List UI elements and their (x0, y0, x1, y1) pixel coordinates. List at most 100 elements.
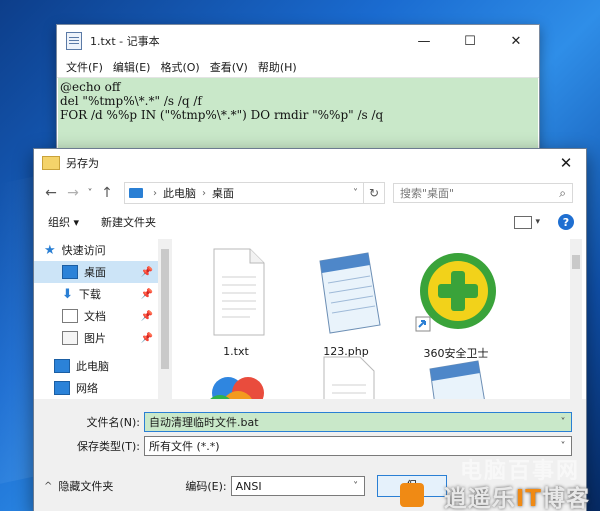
editor-line: FOR /d %%p IN ("%tmp%\*.*") DO rmdir "%%… (60, 108, 384, 122)
menu-edit[interactable]: 编辑(E) (108, 59, 156, 75)
notepad-window: 1.txt - 记事本 — ☐ ✕ 文件(F) 编辑(E) 格式(O) 查看(V… (56, 24, 540, 161)
scrollbar-thumb[interactable] (161, 249, 169, 369)
file-list: 1.txt 123.php 360安全卫士 (174, 239, 570, 399)
notepad-menubar: 文件(F) 编辑(E) 格式(O) 查看(V) 帮助(H) (57, 57, 539, 78)
hide-folders-toggle[interactable]: ^ 隐藏文件夹 (44, 478, 113, 494)
tree-item-this-pc[interactable]: 此电脑 (34, 355, 159, 377)
tree-item-label: 网络 (76, 382, 98, 395)
menu-file[interactable]: 文件(F) (61, 59, 108, 75)
dialog-titlebar[interactable]: 另存为 ✕ (34, 149, 586, 177)
notepad-editor[interactable]: @echo off del "%tmp%\*.*" /s /q /f FOR /d … (58, 78, 538, 159)
watermark-logo-icon (400, 483, 424, 507)
notepad-icon (66, 32, 82, 50)
recent-locations-button[interactable]: ˅ (84, 182, 96, 204)
breadcrumb-desktop[interactable]: 桌面 (212, 185, 234, 201)
up-button[interactable]: ↑ (96, 182, 118, 204)
maximize-button[interactable]: ☐ (447, 25, 493, 57)
menu-view[interactable]: 查看(V) (205, 59, 253, 75)
text-file-icon (323, 356, 375, 399)
dialog-close-button[interactable]: ✕ (546, 149, 586, 177)
search-placeholder: 搜索"桌面" (400, 187, 455, 200)
pin-icon[interactable]: 📌 (141, 267, 153, 278)
navigation-scrollbar[interactable] (158, 239, 172, 399)
toolbar-right: ▾ ? (514, 214, 574, 230)
encoding-select[interactable]: ANSI ˅ (230, 476, 365, 496)
refresh-button[interactable]: ↻ (364, 182, 385, 204)
organize-button[interactable]: 组织 ▾ (48, 214, 79, 230)
file-list-scrollbar[interactable] (570, 239, 582, 399)
computer-icon (129, 188, 143, 198)
chevron-down-icon[interactable]: ˅ (348, 188, 363, 199)
notepad-file-icon (319, 252, 381, 334)
computer-icon (54, 359, 70, 373)
tree-item-network[interactable]: 网络 (34, 377, 159, 399)
file-item-123-php[interactable]: 123.php (296, 247, 396, 358)
breadcrumb-this-pc[interactable]: 此电脑 (163, 185, 196, 201)
editor-line: del "%tmp%\*.*" /s /q /f (60, 94, 202, 108)
file-item-1-txt[interactable]: 1.txt (186, 247, 286, 358)
search-input[interactable]: 搜索"桌面" ⌕ (393, 183, 573, 203)
notepad-title: 1.txt - 记事本 (90, 35, 160, 48)
navigation-pane: ★ 快速访问 桌面 📌 ⬇ 下载 📌 文档 📌 图片 📌 此电脑 网络 (34, 239, 159, 399)
pin-icon[interactable]: 📌 (141, 311, 153, 322)
watermark: 电脑百事网 逍遥乐IT博客 (394, 453, 594, 511)
tree-item-label: 图片 (84, 332, 106, 345)
tree-item-label: 桌面 (84, 266, 106, 279)
editor-line: @echo off (60, 80, 121, 94)
close-button[interactable]: ✕ (493, 25, 539, 57)
tree-item-label: 下载 (78, 288, 101, 301)
forward-button[interactable]: → (62, 182, 84, 204)
watermark-line2: 逍遥乐IT博客 (444, 479, 590, 511)
documents-icon (62, 309, 78, 323)
file-item-notepad[interactable] (406, 355, 506, 399)
network-icon (54, 381, 70, 395)
photos-app-icon (210, 377, 264, 399)
tree-item-quick-access[interactable]: ★ 快速访问 (34, 239, 159, 261)
pin-icon[interactable]: 📌 (141, 333, 153, 344)
back-button[interactable]: ← (40, 182, 62, 204)
360-security-icon (415, 253, 496, 332)
tree-item-downloads[interactable]: ⬇ 下载 📌 (34, 283, 159, 305)
filename-label: 文件名(N): (86, 416, 140, 429)
address-bar[interactable]: › 此电脑 › 桌面 ˅ (124, 182, 364, 204)
tree-item-pictures[interactable]: 图片 📌 (34, 327, 159, 349)
breadcrumb-separator[interactable]: › (196, 188, 212, 199)
chevron-down-icon[interactable]: ˅ (348, 481, 364, 492)
tree-item-label: 快速访问 (61, 244, 106, 257)
filename-row: 文件名(N): 自动清理临时文件.bat ˅ (34, 411, 586, 433)
tree-item-label: 文档 (84, 310, 106, 323)
tree-item-label: 此电脑 (76, 360, 109, 373)
search-icon: ⌕ (559, 185, 566, 200)
notepad-titlebar[interactable]: 1.txt - 记事本 — ☐ ✕ (57, 25, 539, 57)
filename-input[interactable]: 自动清理临时文件.bat ˅ (144, 412, 572, 432)
watermark-part-it: IT (515, 486, 542, 511)
folder-icon (42, 156, 60, 170)
scrollbar-thumb[interactable] (572, 255, 580, 269)
help-icon[interactable]: ? (558, 214, 574, 230)
minimize-button[interactable]: — (401, 25, 447, 57)
file-item-photos[interactable] (186, 355, 286, 399)
encoding-value: ANSI (235, 479, 262, 493)
chevron-down-icon[interactable]: ˅ (555, 441, 571, 452)
view-dropdown-icon[interactable]: ▾ (535, 217, 540, 227)
chevron-down-icon[interactable]: ˅ (555, 417, 571, 428)
file-item-360[interactable]: 360安全卫士 (406, 247, 506, 360)
new-folder-button[interactable]: 新建文件夹 (101, 214, 156, 230)
view-options-icon[interactable] (514, 215, 533, 229)
file-item-text[interactable] (296, 355, 396, 399)
watermark-part: 逍遥乐 (443, 486, 516, 511)
breadcrumb-separator: › (153, 187, 157, 199)
encoding-group: 编码(E): ANSI ˅ (185, 476, 365, 496)
navigation-bar: ← → ˅ ↑ › 此电脑 › 桌面 ˅ ↻ 搜索"桌面" ⌕ (34, 177, 586, 209)
filetype-value: 所有文件 (*.*) (149, 440, 220, 453)
pictures-icon (62, 331, 78, 345)
download-icon: ⬇ (62, 286, 73, 302)
chevron-up-icon: ^ (44, 480, 53, 492)
filetype-label: 保存类型(T): (76, 440, 140, 453)
tree-item-desktop[interactable]: 桌面 📌 (34, 261, 159, 283)
tree-item-documents[interactable]: 文档 📌 (34, 305, 159, 327)
menu-format[interactable]: 格式(O) (155, 59, 204, 75)
pin-icon[interactable]: 📌 (141, 289, 153, 300)
watermark-part: 博客 (542, 486, 590, 511)
menu-help[interactable]: 帮助(H) (253, 59, 302, 75)
